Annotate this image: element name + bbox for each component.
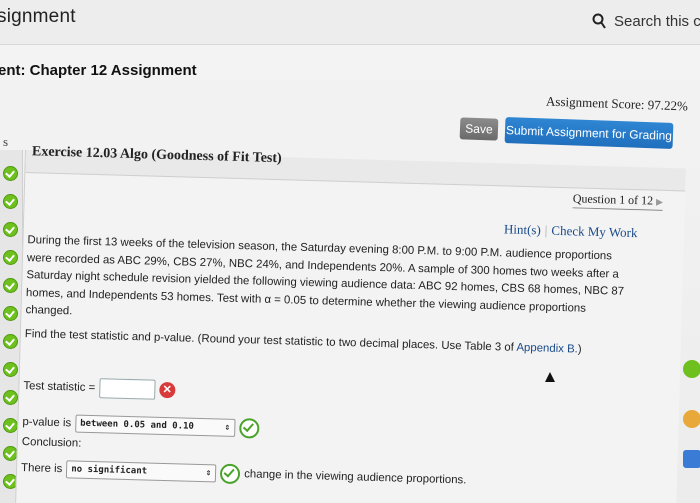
correct-check-icon (238, 418, 260, 439)
app-icon[interactable] (683, 410, 700, 428)
check-icon[interactable] (3, 306, 18, 321)
chevron-right-icon[interactable]: ▶ (656, 197, 663, 207)
assignment-score: Assignment Score: 97.22% (545, 93, 689, 114)
page: signment Search this co ent: Chapter 12 … (0, 0, 700, 503)
test-statistic-row: Test statistic = ✕ (23, 376, 176, 400)
search-box[interactable]: Search this co (590, 12, 700, 34)
assignment-title: ent: Chapter 12 Assignment (0, 62, 197, 79)
check-icon[interactable] (3, 278, 18, 293)
check-my-work-link[interactable]: Check My Work (551, 223, 637, 240)
conclusion-label: Conclusion: (21, 436, 82, 450)
significance-row: There is no significant ⇕ change in the … (21, 458, 467, 490)
conclusion-row: Conclusion: (22, 436, 82, 450)
change-text: change in the viewing audience proportio… (244, 468, 467, 487)
question-navigation[interactable]: Question 1 of 12 ▶ (572, 191, 664, 211)
sidebar-label: s (3, 134, 9, 149)
significance-select[interactable]: no significant ⇕ (66, 460, 217, 483)
submit-assignment-button[interactable]: Submit Assignment for Grading (504, 117, 674, 149)
check-icon[interactable] (3, 222, 18, 237)
check-icon[interactable] (3, 166, 18, 181)
pvalue-label: p-value is (22, 416, 72, 430)
correct-check-icon (219, 463, 241, 485)
exercise-panel: Exercise 12.03 Algo (Goodness of Fit Tes… (14, 144, 686, 503)
check-icon[interactable] (3, 250, 18, 265)
exercise-title: Exercise 12.03 Algo (Goodness of Fit Tes… (31, 144, 282, 167)
instructions-end: ) (577, 343, 582, 356)
pvalue-row: p-value is between 0.05 and 0.10 ⇕ (22, 412, 260, 439)
app-icon[interactable] (683, 360, 700, 378)
incorrect-x-icon: ✕ (158, 381, 176, 399)
mouse-cursor-icon (545, 372, 555, 382)
there-is-label: There is (20, 462, 63, 476)
search-placeholder: Search this co (614, 13, 700, 30)
instructions-text: Find the test statistic and p-value. (Ro… (24, 327, 517, 354)
divider: | (544, 222, 548, 238)
question-nav-label: Question 1 of 12 (572, 191, 654, 208)
check-icon[interactable] (3, 418, 18, 433)
search-icon (592, 13, 606, 29)
significance-selected: no significant (71, 464, 148, 477)
test-statistic-label: Test statistic = (23, 380, 96, 395)
save-button[interactable]: Save (459, 117, 499, 141)
select-arrows-icon: ⇕ (224, 422, 231, 433)
help-links: Hint(s) | Check My Work (504, 221, 638, 241)
app-icon[interactable] (683, 450, 700, 468)
check-icon[interactable] (3, 334, 18, 349)
check-icon[interactable] (3, 390, 18, 405)
pvalue-selected: between 0.05 and 0.10 (79, 418, 195, 432)
hints-link[interactable]: Hint(s) (504, 221, 541, 237)
check-icon[interactable] (3, 194, 18, 209)
problem-statement: During the first 13 weeks of the televis… (25, 234, 625, 318)
exercise-header: Exercise 12.03 Algo (Goodness of Fit Tes… (25, 144, 686, 192)
top-bar: signment Search this co (0, 0, 700, 45)
appendix-link[interactable]: Appendix B. (516, 341, 578, 355)
question-text: During the first 13 weeks of the televis… (24, 232, 637, 366)
check-icon[interactable] (3, 362, 18, 377)
pvalue-select[interactable]: between 0.05 and 0.10 ⇕ (74, 414, 236, 437)
select-arrows-icon: ⇕ (205, 468, 212, 479)
right-edge-dock (683, 360, 700, 500)
test-statistic-input[interactable] (98, 378, 156, 400)
page-title: signment (0, 6, 76, 27)
